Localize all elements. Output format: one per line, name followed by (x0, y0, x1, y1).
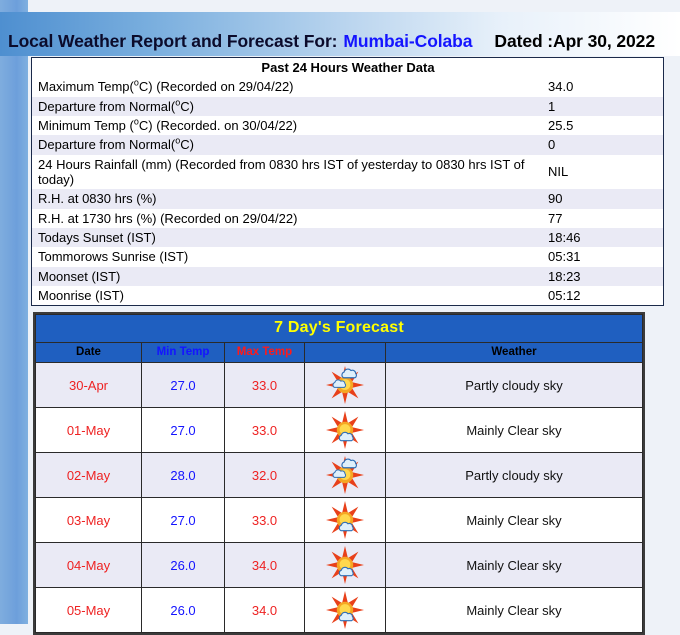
forecast-max-temp: 33.0 (224, 362, 305, 408)
past-24-label: 24 Hours Rainfall (mm) (Recorded from 08… (38, 156, 525, 187)
forecast-row: 30-Apr 27.0 33.0 Partly cloudy sky (35, 362, 643, 408)
past-24-value: 34.0 (548, 79, 574, 95)
past-24-row: Todays Sunset (IST) 18:46 (32, 227, 663, 248)
forecast-max-temp: 33.0 (224, 497, 305, 543)
column-header-max-temp: Max Temp (224, 342, 305, 363)
forecast-date: 03-May (35, 497, 142, 543)
past-24-label: R.H. at 0830 hrs (%) (38, 191, 157, 207)
past-24-label: Moonrise (IST) (38, 287, 124, 303)
past-24-label: Todays Sunset (IST) (38, 229, 156, 245)
past-24-label: R.H. at 1730 hrs (%) (Recorded on 29/04/… (38, 210, 298, 226)
past-24-label: Maximum Temp(oC) (Recorded on 29/04/22) (38, 78, 294, 95)
forecast-icon-cell (304, 587, 386, 633)
forecast-title: 7 Day's Forecast (35, 314, 643, 343)
forecast-min-temp: 27.0 (141, 497, 225, 543)
forecast-date: 05-May (35, 587, 142, 633)
past-24-value: 1 (548, 98, 556, 114)
forecast-title-row: 7 Day's Forecast (35, 314, 643, 343)
forecast-weather-text: Mainly Clear sky (385, 407, 643, 453)
past-24-row: Maximum Temp(oC) (Recorded on 29/04/22) 3… (32, 77, 663, 97)
past-24-value: 77 (548, 210, 563, 226)
past-24-heading-row: Past 24 Hours Weather Data (32, 58, 663, 78)
forecast-icon-cell (304, 497, 386, 543)
forecast-weather-text: Partly cloudy sky (385, 452, 643, 498)
sun-behind-cloud-icon (305, 453, 385, 497)
forecast-date: 04-May (35, 542, 142, 588)
forecast-row: 02-May 28.0 32.0 Partly cloudy sky (35, 452, 643, 498)
station-name-link[interactable]: Mumbai-Colaba (343, 31, 472, 52)
past-24-value: 18:23 (548, 268, 581, 284)
past-24-row: Departure from Normal(oC) 0 (32, 135, 663, 155)
forecast-row: 05-May 26.0 34.0 Mainly Clear sky (35, 587, 643, 633)
column-header-min-temp: Min Temp (141, 342, 225, 363)
seven-day-forecast-panel: 7 Day's Forecast Date Min Temp Max Temp … (33, 312, 645, 635)
past-24-row: 24 Hours Rainfall (mm) (Recorded from 08… (32, 154, 663, 190)
forecast-row: 01-May 27.0 33.0 Mainly Clear sky (35, 407, 643, 453)
forecast-min-temp: 27.0 (141, 407, 225, 453)
column-header-weather: Weather (385, 342, 643, 363)
forecast-max-temp: 34.0 (224, 542, 305, 588)
column-header-date: Date (35, 342, 142, 363)
past-24-value: 90 (548, 191, 563, 207)
forecast-weather-text: Partly cloudy sky (385, 362, 643, 408)
past-24-row: Moonrise (IST) 05:12 (32, 285, 663, 306)
page-title-row: Local Weather Report and Forecast For: M… (8, 28, 680, 54)
past-24-row: Departure from Normal(oC) 1 (32, 96, 663, 116)
past-24-label: Moonset (IST) (38, 268, 121, 284)
degree-superscript: o (133, 78, 139, 88)
past-24-hours-panel: Past 24 Hours Weather Data Maximum Temp(o… (31, 57, 664, 307)
past-24-value: 05:31 (548, 249, 581, 265)
forecast-icon-cell (304, 407, 386, 453)
page-title: Local Weather Report and Forecast For: (8, 30, 338, 51)
forecast-date: 02-May (35, 452, 142, 498)
seven-day-forecast-table: 7 Day's Forecast Date Min Temp Max Temp … (35, 314, 643, 633)
degree-superscript: o (133, 116, 139, 127)
forecast-max-temp: 33.0 (224, 407, 305, 453)
forecast-icon-cell (304, 362, 386, 408)
past-24-value: 05:12 (548, 287, 581, 303)
past-24-label: Departure from Normal(oC) (38, 135, 194, 153)
past-24-row: Tommorows Sunrise (IST) 05:31 (32, 247, 663, 267)
forecast-icon-cell (304, 542, 386, 588)
past-24-hours-table: Past 24 Hours Weather Data Maximum Temp(o… (32, 58, 663, 306)
forecast-min-temp: 26.0 (141, 542, 225, 588)
past-24-value: 25.5 (548, 117, 574, 133)
sun-with-small-cloud-icon (305, 498, 385, 542)
forecast-icon-cell (304, 452, 386, 498)
forecast-row: 03-May 27.0 33.0 Mainly Clear sky (35, 497, 643, 543)
past-24-label: Departure from Normal(oC) (38, 97, 194, 114)
forecast-date: 01-May (35, 407, 142, 453)
forecast-max-temp: 34.0 (224, 587, 305, 633)
past-24-value: NIL (548, 164, 569, 180)
past-24-value: 0 (548, 137, 556, 153)
past-24-value: 18:46 (548, 229, 581, 245)
forecast-max-temp: 32.0 (224, 452, 305, 498)
past-24-row: Minimum Temp (oC) (Recorded. on 30/04/22… (32, 115, 663, 136)
forecast-weather-text: Mainly Clear sky (385, 587, 643, 633)
forecast-weather-text: Mainly Clear sky (385, 497, 643, 543)
sun-with-small-cloud-icon (305, 408, 385, 452)
forecast-min-temp: 27.0 (141, 362, 225, 408)
forecast-date: 30-Apr (35, 362, 142, 408)
forecast-min-temp: 28.0 (141, 452, 225, 498)
forecast-weather-text: Mainly Clear sky (385, 542, 643, 588)
forecast-min-temp: 26.0 (141, 587, 225, 633)
past-24-label: Tommorows Sunrise (IST) (38, 249, 189, 265)
past-24-heading: Past 24 Hours Weather Data (32, 58, 663, 78)
sun-with-small-cloud-icon (305, 543, 385, 587)
past-24-label: Minimum Temp (oC) (Recorded. on 30/04/22… (38, 116, 298, 133)
sun-behind-cloud-icon (305, 363, 385, 407)
sun-with-small-cloud-icon (305, 588, 385, 632)
degree-superscript: o (175, 135, 181, 146)
report-date: Dated :Apr 30, 2022 (494, 30, 655, 51)
past-24-row: Moonset (IST) 18:23 (32, 266, 663, 286)
past-24-row: R.H. at 0830 hrs (%) 90 (32, 189, 663, 209)
forecast-row: 04-May 26.0 34.0 Mainly Clear sky (35, 542, 643, 588)
degree-superscript: o (175, 97, 181, 108)
forecast-header-row: Date Min Temp Max Temp Weather (35, 342, 643, 363)
column-header-icon (304, 342, 386, 363)
left-accent-strip (0, 0, 28, 624)
past-24-row: R.H. at 1730 hrs (%) (Recorded on 29/04/… (32, 208, 663, 228)
